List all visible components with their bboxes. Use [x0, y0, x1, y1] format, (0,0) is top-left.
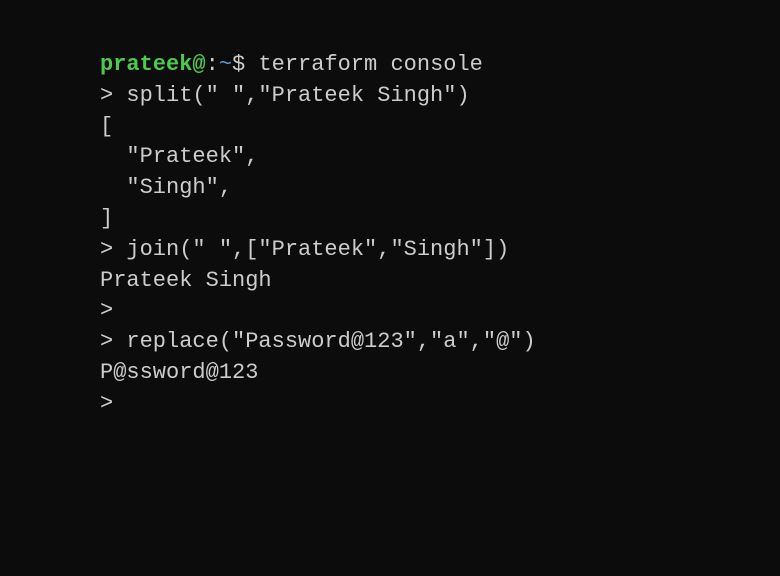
console-line: > replace("Password@123","a","@"): [100, 327, 750, 358]
console-line: ]: [100, 204, 750, 235]
prompt-user: prateek: [100, 52, 192, 77]
console-line: P@ssword@123: [100, 358, 750, 389]
console-line: >: [100, 389, 750, 420]
console-line: "Singh",: [100, 173, 750, 204]
console-line: [: [100, 112, 750, 143]
console-line: Prateek Singh: [100, 266, 750, 297]
shell-command: terraform console: [258, 52, 482, 77]
console-line: >: [100, 296, 750, 327]
prompt-colon: :: [206, 52, 219, 77]
console-line: > join(" ",["Prateek","Singh"]): [100, 235, 750, 266]
prompt-dollar: $: [232, 52, 258, 77]
prompt-path: ~: [219, 52, 232, 77]
shell-prompt-line: prateek@:~$ terraform console: [100, 50, 750, 81]
prompt-at: @: [192, 52, 205, 77]
console-line: "Prateek",: [100, 142, 750, 173]
console-line: > split(" ","Prateek Singh"): [100, 81, 750, 112]
